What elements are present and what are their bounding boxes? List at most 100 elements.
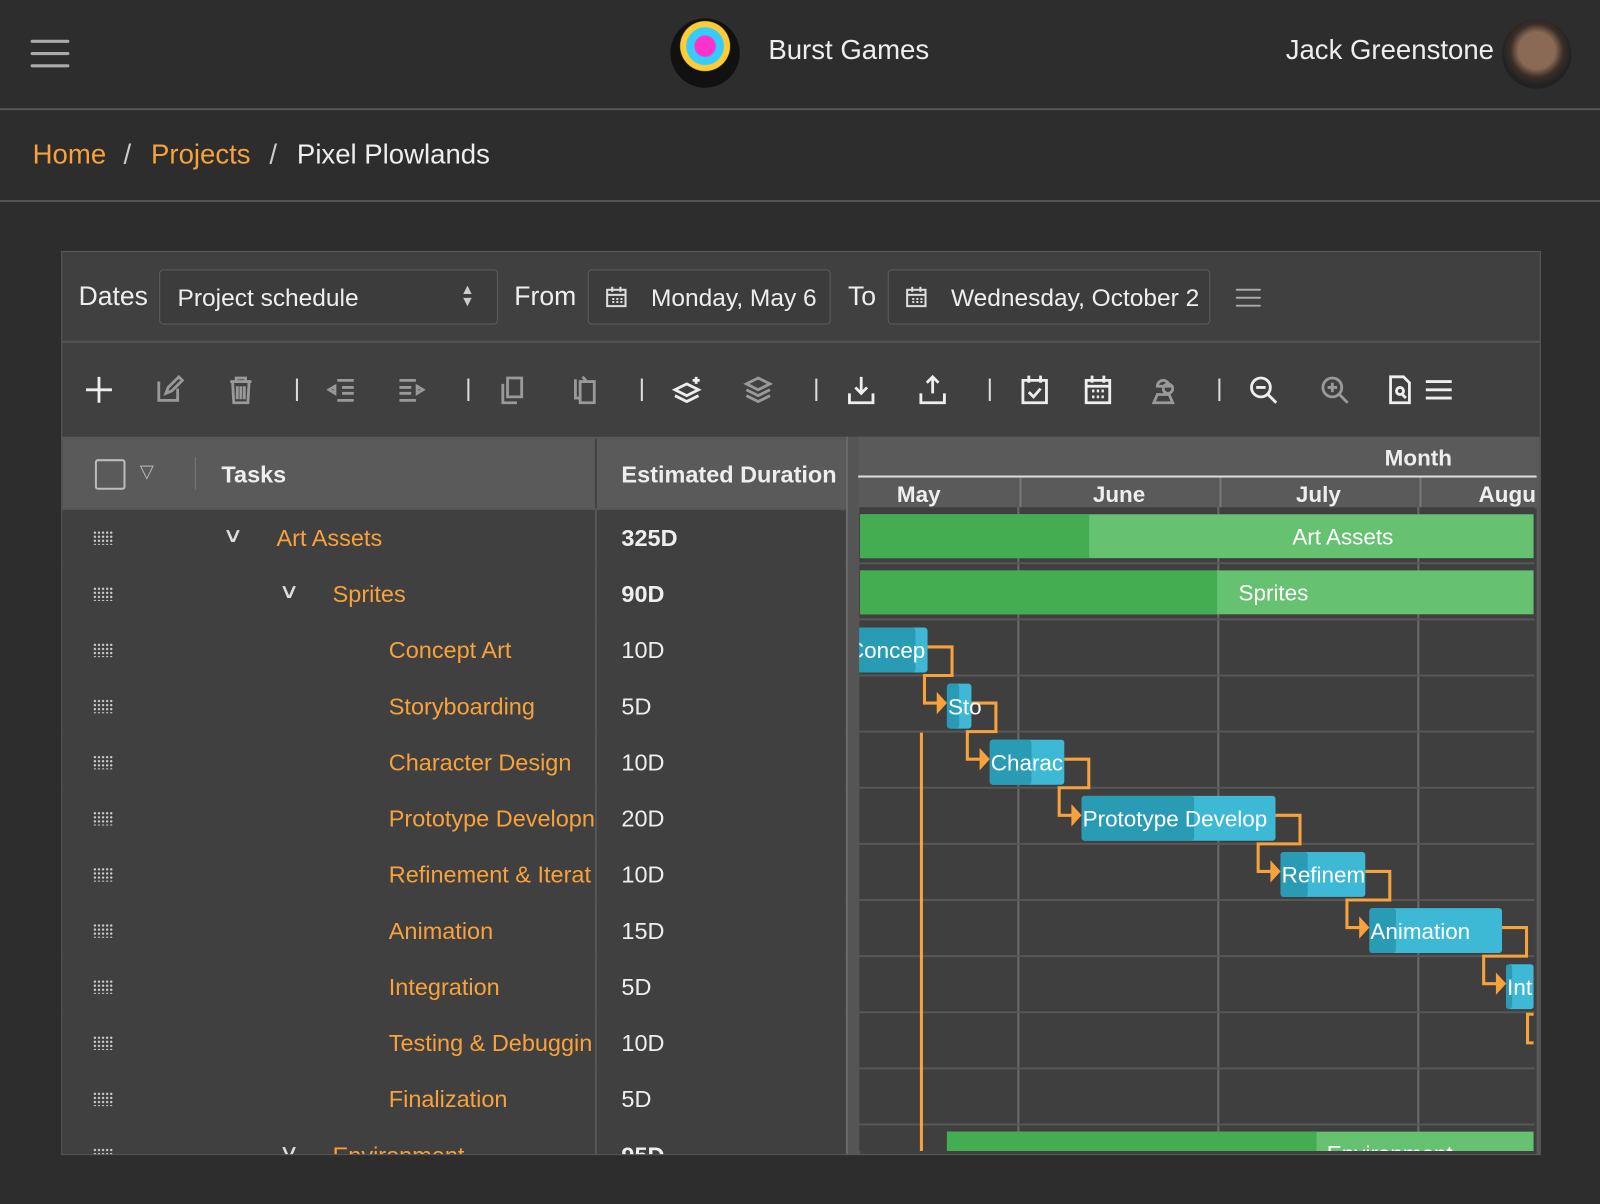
dates-bar: Dates Project schedule ▲ ▼ From Monday, M… bbox=[62, 252, 1540, 343]
from-label: From bbox=[514, 280, 577, 312]
bar-label: Prototype Develop bbox=[1083, 807, 1268, 832]
drag-handle-icon[interactable] bbox=[92, 867, 114, 882]
column-divider bbox=[594, 438, 597, 509]
drag-handle-icon[interactable] bbox=[92, 586, 114, 602]
drag-handle-icon[interactable] bbox=[92, 1147, 114, 1155]
to-date-value: Wednesday, October 2 bbox=[951, 284, 1200, 313]
task-row[interactable]: Refinement & Iterat 10D bbox=[62, 846, 846, 906]
task-row[interactable]: Storyboarding 5D bbox=[62, 678, 846, 737]
brand-logo bbox=[670, 18, 740, 88]
task-duration: 15D bbox=[621, 917, 665, 944]
bar-label: Animation bbox=[1370, 919, 1470, 944]
copy-icon[interactable] bbox=[497, 374, 528, 405]
edit-icon[interactable] bbox=[154, 374, 185, 405]
task-name[interactable]: Integration bbox=[389, 959, 595, 1015]
progress-fill bbox=[946, 1131, 1317, 1152]
select-dropdown-icon[interactable]: ▽ bbox=[140, 461, 154, 482]
drag-handle-icon[interactable] bbox=[92, 979, 114, 994]
drag-handle-icon[interactable] bbox=[92, 530, 114, 545]
task-name[interactable]: Environment bbox=[333, 1128, 595, 1154]
task-row[interactable]: Finalization 5D bbox=[62, 1071, 846, 1130]
task-row[interactable]: Integration 5D bbox=[62, 959, 846, 1018]
dates-menu-icon[interactable] bbox=[1235, 288, 1261, 313]
add-icon[interactable] bbox=[84, 374, 115, 405]
delete-icon[interactable] bbox=[226, 374, 257, 405]
bar-label: Int bbox=[1507, 975, 1533, 1000]
task-duration: 10D bbox=[621, 636, 665, 664]
task-row[interactable]: Testing & Debuggin 10D bbox=[62, 1015, 846, 1074]
calendar-check-icon[interactable] bbox=[1019, 374, 1050, 405]
task-name[interactable]: Prototype Developn bbox=[389, 791, 595, 847]
task-name[interactable]: Character Design bbox=[389, 735, 595, 791]
task-name[interactable]: Testing & Debuggin bbox=[389, 1015, 595, 1071]
sort-arrows-icon: ▲ ▼ bbox=[460, 280, 475, 310]
to-date-input[interactable]: Wednesday, October 2 bbox=[887, 269, 1211, 325]
bar-label: Environment bbox=[1327, 1142, 1454, 1151]
column-header-duration[interactable]: Estimated Duration bbox=[621, 461, 836, 489]
task-name[interactable]: Sprites bbox=[333, 566, 595, 622]
zoom-out-icon[interactable] bbox=[1248, 374, 1279, 405]
collapse-chevron-icon[interactable]: ∨ bbox=[279, 579, 300, 605]
bar-label: Charac bbox=[991, 750, 1063, 775]
toolbar-separator bbox=[988, 378, 991, 402]
resource-icon[interactable] bbox=[1148, 374, 1179, 405]
drag-handle-icon[interactable] bbox=[92, 811, 114, 826]
task-row[interactable]: Character Design 10D bbox=[62, 734, 846, 793]
drag-handle-icon[interactable] bbox=[92, 1035, 114, 1050]
dates-select[interactable]: Project schedule ▲ ▼ bbox=[159, 269, 498, 325]
export-icon[interactable] bbox=[917, 374, 948, 405]
gantt-chart: Art Assets Sprites Concep Sto Charac Prototyp… bbox=[859, 507, 1535, 1152]
task-duration: 5D bbox=[621, 973, 652, 1000]
drag-handle-icon[interactable] bbox=[92, 642, 114, 658]
task-duration: 10D bbox=[621, 861, 665, 888]
drag-handle-icon[interactable] bbox=[92, 755, 114, 770]
calendar-icon[interactable] bbox=[1083, 374, 1114, 405]
task-name[interactable]: Storyboarding bbox=[389, 679, 595, 735]
from-date-input[interactable]: Monday, May 6 bbox=[587, 269, 831, 325]
add-layer-icon[interactable] bbox=[671, 374, 702, 405]
breadcrumb-current: Pixel Plowlands bbox=[296, 138, 490, 170]
drag-handle-icon[interactable] bbox=[92, 1091, 114, 1107]
task-name[interactable]: Art Assets bbox=[277, 510, 595, 566]
breadcrumb-projects[interactable]: Projects bbox=[151, 139, 251, 171]
task-name[interactable]: Concept Art bbox=[389, 622, 595, 678]
app-header: Burst Games Jack Greenstone bbox=[0, 0, 1600, 111]
progress-fill bbox=[860, 514, 1090, 559]
collapse-chevron-icon[interactable]: ∨ bbox=[279, 1140, 300, 1154]
user-name[interactable]: Jack Greenstone bbox=[1286, 35, 1494, 67]
preview-icon[interactable] bbox=[1385, 374, 1416, 405]
task-name[interactable]: Finalization bbox=[389, 1071, 595, 1127]
drag-handle-icon[interactable] bbox=[92, 698, 114, 714]
splitter-handle[interactable] bbox=[845, 436, 861, 1155]
task-row[interactable]: ∨ Environment 95D bbox=[62, 1127, 846, 1156]
task-row[interactable]: Animation 15D bbox=[62, 903, 846, 962]
breadcrumb-separator: / bbox=[269, 138, 278, 170]
task-name[interactable]: Animation bbox=[389, 903, 595, 959]
indent-icon[interactable] bbox=[396, 374, 427, 405]
toolbar-separator bbox=[640, 378, 643, 402]
task-row[interactable]: Prototype Developn 20D bbox=[62, 790, 846, 849]
toolbar-separator bbox=[814, 378, 817, 402]
task-row[interactable]: ∨ Art Assets 325D bbox=[62, 510, 846, 569]
drag-handle-icon[interactable] bbox=[92, 923, 114, 938]
user-avatar[interactable] bbox=[1502, 19, 1572, 89]
select-all-checkbox[interactable] bbox=[94, 459, 126, 490]
outdent-icon[interactable] bbox=[326, 374, 357, 405]
timeline-scale-label: Month bbox=[1384, 444, 1452, 471]
task-row[interactable]: Concept Art 10D bbox=[62, 622, 846, 681]
task-name[interactable]: Refinement & Iterat bbox=[389, 847, 595, 903]
zoom-in-icon[interactable] bbox=[1319, 374, 1350, 405]
task-row[interactable]: ∨ Sprites 90D bbox=[62, 566, 846, 625]
hamburger-menu-icon[interactable] bbox=[30, 39, 70, 77]
column-header-tasks[interactable]: Tasks bbox=[221, 461, 286, 489]
bar-label: Concep bbox=[859, 638, 925, 663]
layers-icon[interactable] bbox=[743, 374, 774, 405]
task-duration: 95D bbox=[621, 1141, 665, 1156]
import-icon[interactable] bbox=[846, 374, 877, 405]
bar-label: Sto bbox=[948, 694, 982, 719]
collapse-chevron-icon[interactable]: ∨ bbox=[223, 522, 244, 548]
breadcrumb-home[interactable]: Home bbox=[33, 139, 107, 171]
paste-icon[interactable] bbox=[568, 374, 599, 405]
timeline-header: Month May June July Augu bbox=[858, 436, 1537, 511]
menu-icon[interactable] bbox=[1423, 374, 1454, 405]
